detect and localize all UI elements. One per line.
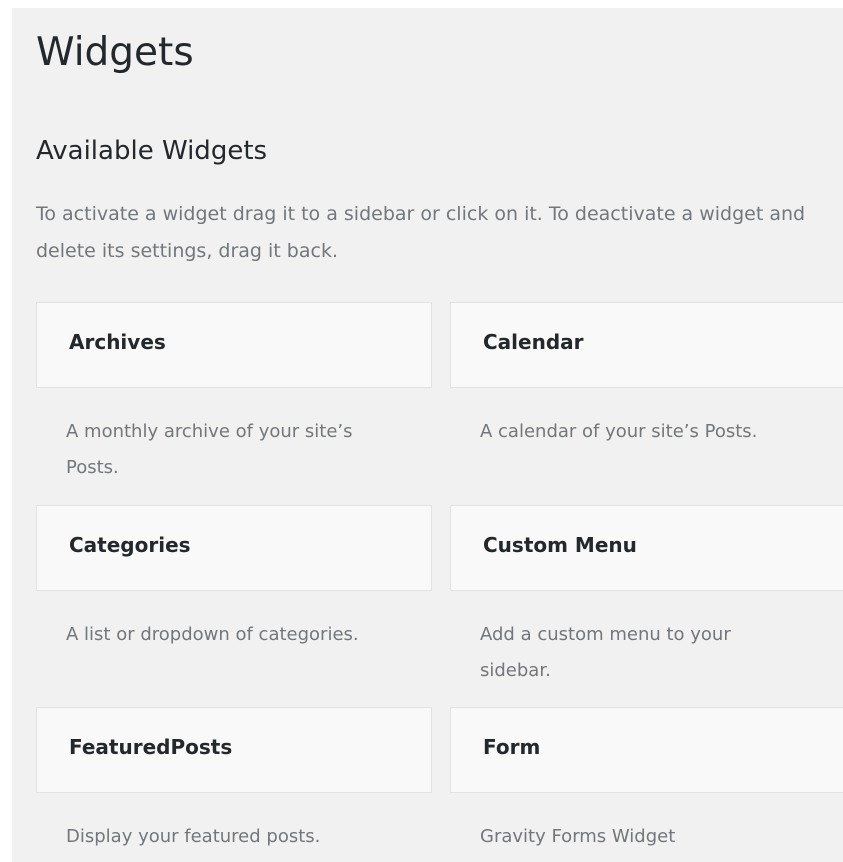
widget-description: Display your featured posts. bbox=[66, 826, 321, 847]
available-widgets-description: To activate a widget drag it to a sideba… bbox=[36, 203, 806, 262]
widgets-page: Widgets Available Widgets To activate a … bbox=[12, 8, 843, 862]
widget-title: Calendar bbox=[483, 330, 584, 354]
widget-title: Categories bbox=[69, 533, 191, 557]
widget-title: Archives bbox=[69, 330, 166, 354]
widget-archives-handle[interactable]: Archives bbox=[36, 302, 432, 388]
widget-description: A monthly archive of your site’s Posts. bbox=[66, 421, 353, 478]
widget-categories-handle[interactable]: Categories bbox=[36, 505, 432, 591]
widget-title: Form bbox=[483, 735, 541, 759]
widget-description: A calendar of your site’s Posts. bbox=[480, 421, 758, 442]
widget-featured-posts-handle[interactable]: FeaturedPosts bbox=[36, 707, 432, 793]
widget-title: FeaturedPosts bbox=[69, 735, 233, 759]
widget-custom-menu-handle[interactable]: Custom Menu bbox=[450, 505, 843, 591]
widget-title: Custom Menu bbox=[483, 533, 637, 557]
available-widgets-heading: Available Widgets bbox=[36, 136, 268, 166]
widget-description: Gravity Forms Widget bbox=[480, 826, 676, 847]
page-title: Widgets bbox=[36, 30, 194, 75]
widget-form-handle[interactable]: Form bbox=[450, 707, 843, 793]
widget-description: Add a custom menu to your sidebar. bbox=[480, 624, 731, 681]
widget-description: A list or dropdown of categories. bbox=[66, 624, 359, 645]
widget-calendar-handle[interactable]: Calendar bbox=[450, 302, 843, 388]
